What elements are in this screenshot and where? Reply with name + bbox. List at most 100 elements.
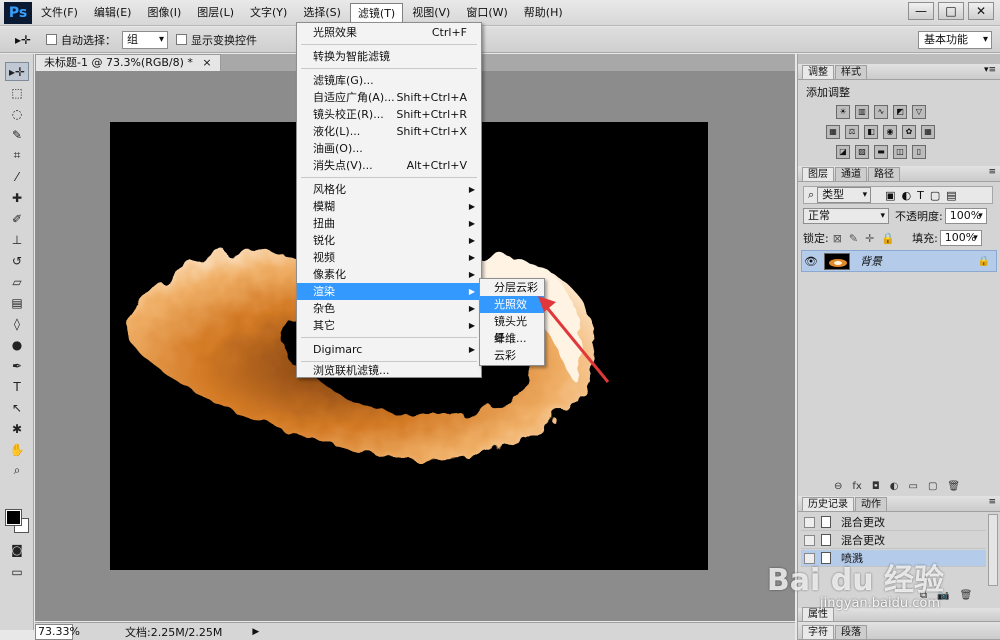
close-button[interactable]: ✕ [968,2,994,20]
layer-style-icon[interactable]: fx [852,481,861,492]
minimize-button[interactable]: — [908,2,934,20]
clone-stamp-icon[interactable]: ⊥ [5,230,29,249]
threshold-icon[interactable]: ▬ [874,145,888,159]
menu-layer[interactable]: 图层(L) [190,3,241,23]
menu-image[interactable]: 图像(I) [140,3,188,23]
layer-filter-type-dropdown[interactable]: 类型 [817,187,872,203]
menu-item-sharpen[interactable]: 锐化 ▶ [297,232,481,249]
link-layers-icon[interactable]: ⊖ [834,481,842,492]
color-lookup-icon[interactable]: ▦ [921,125,935,139]
color-balance-icon[interactable]: ⚖ [845,125,859,139]
document-tab[interactable]: 未标题-1 @ 73.3%(RGB/8) * × [35,54,221,71]
delete-state-icon[interactable]: 🗑 [960,590,973,601]
menu-item-video[interactable]: 视频 ▶ [297,249,481,266]
menu-item-filter-gallery[interactable]: 滤镜库(G)... [297,72,481,89]
eraser-tool-icon[interactable]: ▱ [5,272,29,291]
history-item[interactable]: 混合更改 [801,514,986,531]
shape-tool-icon[interactable]: ✱ [5,419,29,438]
eyedropper-tool-icon[interactable]: ⁄ [5,167,29,186]
menu-file[interactable]: 文件(F) [34,3,85,23]
show-transform-checkbox[interactable] [176,34,187,45]
new-group-icon[interactable]: ▭ [909,481,918,492]
status-menu-arrow-icon[interactable]: ▶ [252,627,259,637]
blur-tool-icon[interactable]: ◊ [5,314,29,333]
zoom-tool-icon[interactable]: ⌕ [5,461,29,480]
history-scrollbar[interactable] [988,514,998,586]
lasso-tool-icon[interactable]: ◌ [5,104,29,123]
zoom-level-field[interactable]: 73.33% [35,623,80,640]
path-select-icon[interactable]: ↖ [5,398,29,417]
menu-item-other[interactable]: 其它 ▶ [297,317,481,334]
new-layer-icon[interactable]: ▢ [928,481,937,492]
history-brush-icon[interactable]: ↺ [5,251,29,270]
photo-filter-icon[interactable]: ◉ [883,125,897,139]
delete-layer-icon[interactable]: 🗑 [947,481,960,492]
marquee-tool-icon[interactable]: ⬚ [5,83,29,102]
history-item[interactable]: 混合更改 [801,532,986,549]
menu-item-render[interactable]: 渲染 ▶ [297,283,481,300]
quick-select-tool-icon[interactable]: ✎ [5,125,29,144]
menu-item-liquify[interactable]: 液化(L)... Shift+Ctrl+X [297,123,481,140]
menu-item-noise[interactable]: 杂色 ▶ [297,300,481,317]
hand-tool-icon[interactable]: ✋ [5,440,29,459]
gradient-tool-icon[interactable]: ▤ [5,293,29,312]
menu-item-convert-smart-filter[interactable]: 转换为智能滤镜 [297,48,481,65]
levels-icon[interactable]: ▥ [855,105,869,119]
menu-item-lens-correction[interactable]: 镜头校正(R)... Shift+Ctrl+R [297,106,481,123]
tab-adjustments[interactable]: 调整 [802,65,834,79]
gradient-map-icon[interactable]: ◫ [893,145,907,159]
exposure-icon[interactable]: ◩ [893,105,907,119]
document-tab-close-icon[interactable]: × [202,56,211,69]
selective-color-icon[interactable]: ▯ [912,145,926,159]
menu-item-distort[interactable]: 扭曲 ▶ [297,215,481,232]
posterize-icon[interactable]: ▨ [855,145,869,159]
healing-brush-icon[interactable]: ✚ [5,188,29,207]
type-tool-icon[interactable]: T [5,377,29,396]
tab-paths[interactable]: 路径 [868,167,900,181]
layer-filter-icons[interactable]: ▣◐T▢▤ [885,189,963,202]
add-mask-icon[interactable]: ◘ [872,481,880,492]
blend-mode-dropdown[interactable]: 正常 [803,208,889,224]
menu-select[interactable]: 选择(S) [296,3,348,23]
visibility-eye-icon[interactable]: 👁 [802,255,820,268]
menu-help[interactable]: 帮助(H) [517,3,570,23]
tab-paragraph[interactable]: 段落 [835,625,867,639]
layers-panel-menu-icon[interactable]: ≡ [988,167,996,177]
foreground-color-swatch[interactable] [5,509,22,526]
crop-tool-icon[interactable]: ⌗ [5,146,29,165]
menu-item-browse-filters-online[interactable]: 浏览联机滤镜... [297,362,481,379]
menu-item-digimarc[interactable]: Digimarc ▶ [297,341,481,358]
workspace-dropdown[interactable]: 基本功能 [918,31,992,49]
tab-character[interactable]: 字符 [802,625,834,639]
menu-window[interactable]: 窗口(W) [459,3,514,23]
channel-mixer-icon[interactable]: ✿ [902,125,916,139]
panel-menu-icon[interactable]: ▾≡ [984,65,996,75]
color-swatches[interactable] [5,509,30,534]
maximize-button[interactable]: □ [938,2,964,20]
quick-mask-icon[interactable]: ◙ [5,540,29,559]
tab-actions[interactable]: 动作 [855,497,887,511]
new-adjustment-icon[interactable]: ◐ [890,481,899,492]
menu-edit[interactable]: 编辑(E) [87,3,139,23]
fill-field[interactable]: 100% [939,230,982,246]
auto-select-dropdown[interactable]: 组 [122,30,168,49]
layer-row-background[interactable]: 👁 背景 🔒 [801,250,997,272]
menu-item-stylize[interactable]: 风格化 ▶ [297,181,481,198]
move-tool-preset-icon[interactable]: ▸✛ [8,31,38,49]
pen-tool-icon[interactable]: ✒ [5,356,29,375]
menu-item-blur[interactable]: 模糊 ▶ [297,198,481,215]
tab-layers[interactable]: 图层 [802,167,834,181]
invert-icon[interactable]: ◪ [836,145,850,159]
black-white-icon[interactable]: ◧ [864,125,878,139]
move-tool-icon[interactable]: ▸✛ [5,62,29,81]
tab-styles[interactable]: 样式 [835,65,867,79]
dodge-tool-icon[interactable]: ● [5,335,29,354]
auto-select-checkbox[interactable] [46,34,57,45]
history-panel-menu-icon[interactable]: ≡ [988,497,996,507]
lock-options-icons[interactable]: ⊠✎✛🔒 [833,232,902,245]
menu-item-vanishing-point[interactable]: 消失点(V)... Alt+Ctrl+V [297,157,481,174]
menu-view[interactable]: 视图(V) [405,3,457,23]
brush-tool-icon[interactable]: ✐ [5,209,29,228]
brightness-icon[interactable]: ☀ [836,105,850,119]
menu-item-adaptive-wide-angle[interactable]: 自适应广角(A)... Shift+Ctrl+A [297,89,481,106]
